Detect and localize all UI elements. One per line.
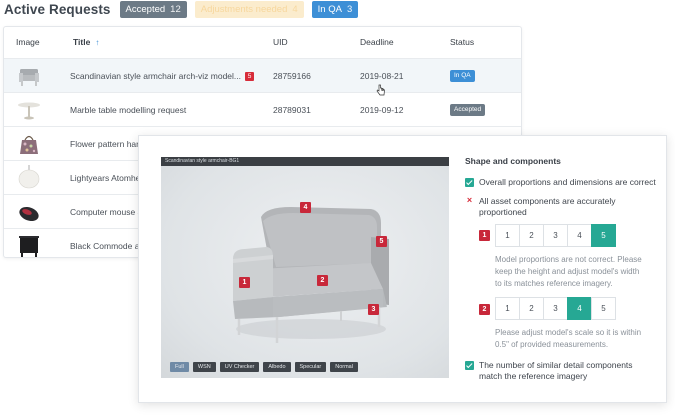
row-uid: 28759166: [273, 71, 311, 81]
issue-count-badge: 5: [245, 72, 255, 81]
page: Active Requests Accepted 12 Adjustments …: [0, 0, 675, 416]
status-badge: Accepted: [450, 104, 486, 116]
model-viewer[interactable]: Scandinavian style armchair-BG1 4 5 1 2 …: [161, 157, 449, 378]
rating-option[interactable]: 5: [591, 297, 616, 320]
note-2: Please adjust model's scale so it is wit…: [495, 328, 642, 349]
tab-label: Adjustments needed: [200, 3, 288, 15]
marker-2[interactable]: 2: [317, 275, 328, 286]
rating-option[interactable]: 1: [495, 224, 520, 247]
status-badge: In QA: [450, 70, 475, 82]
viewer-title-bar: Scandinavian style armchair-BG1: [161, 157, 449, 166]
tab-label: Accepted: [125, 3, 166, 15]
cross-icon: ×: [466, 195, 473, 205]
mode-uv-checker-button[interactable]: UV Checker: [219, 362, 260, 372]
row-uid: 28789031: [273, 105, 311, 115]
row-title: Scandinavian style armchair arch-viz mod…: [70, 59, 255, 93]
row-title: Flower pattern hand: [70, 139, 146, 149]
tab-count: 3: [346, 3, 353, 15]
rating-option[interactable]: 4: [567, 224, 592, 247]
tab-count: 12: [170, 3, 181, 15]
checklist: Shape and components Overall proportions…: [465, 156, 656, 396]
issue-marker-1: 1: [479, 230, 490, 241]
mode-full-button[interactable]: Full: [170, 362, 189, 372]
table-row[interactable]: Marble table modelling request 28789031 …: [4, 92, 521, 126]
marker-5[interactable]: 5: [376, 236, 387, 247]
arrow-up-icon[interactable]: ↑: [95, 38, 99, 47]
rating-option[interactable]: 3: [543, 297, 568, 320]
marker-4[interactable]: 4: [300, 202, 311, 213]
marker-3[interactable]: 3: [368, 304, 379, 315]
rating-option[interactable]: 3: [543, 224, 568, 247]
armchair-thumbnail: [19, 69, 39, 86]
review-panel: Scandinavian style armchair-BG1 4 5 1 2 …: [138, 135, 667, 403]
mode-normal-button[interactable]: Normal: [330, 362, 358, 372]
section-title: Shape and components: [465, 156, 561, 166]
mouse-thumbnail: [19, 206, 39, 222]
rating-option-selected[interactable]: 5: [591, 224, 616, 247]
rating-option-selected[interactable]: 4: [567, 297, 592, 320]
rating-option[interactable]: 2: [519, 224, 544, 247]
mode-specular-button[interactable]: Specular: [294, 362, 327, 372]
tab-count: 4: [292, 3, 298, 15]
tab-label: In QA: [317, 3, 342, 15]
viewer-mode-buttons: Full WSN UV Checker Albedo Specular Norm…: [170, 362, 358, 372]
row-title: Black Commode ar: [70, 241, 143, 251]
column-header-uid: UID: [273, 37, 288, 47]
column-header-title[interactable]: Title ↑: [73, 27, 99, 58]
handbag-thumbnail: [20, 135, 38, 154]
table-thumbnail: [18, 102, 40, 120]
rating-option[interactable]: 2: [519, 297, 544, 320]
check-item-detail-components: The number of similar detail components …: [479, 360, 633, 381]
checkbox-checked[interactable]: [465, 361, 474, 370]
row-title: Marble table modelling request: [70, 105, 187, 115]
column-header-image: Image: [16, 37, 40, 47]
tab-in-qa[interactable]: In QA 3: [311, 0, 359, 18]
table-row[interactable]: Scandinavian style armchair arch-viz mod…: [4, 58, 521, 93]
column-header-deadline: Deadline: [360, 37, 394, 47]
tab-accepted[interactable]: Accepted 12: [119, 0, 187, 18]
row-deadline: 2019-09-12: [360, 105, 404, 115]
rating-option[interactable]: 1: [495, 297, 520, 320]
rating-scale-2: 1 2 3 4 5: [495, 297, 616, 320]
mode-albedo-button[interactable]: Albedo: [263, 362, 291, 372]
mode-wsn-button[interactable]: WSN: [192, 362, 216, 372]
note-1: Model proportions are not correct. Pleas…: [495, 255, 642, 288]
check-item-proportions: Overall proportions and dimensions are c…: [479, 177, 656, 187]
row-title: Lightyears Atomhea: [70, 173, 146, 183]
column-header-label: Title: [73, 37, 91, 47]
rating-scale-1: 1 2 3 4 5: [495, 224, 616, 247]
tab-adjustments-needed[interactable]: Adjustments needed 4: [194, 0, 304, 18]
lamp-thumbnail: [18, 165, 40, 189]
pointer-cursor-icon: [376, 84, 385, 96]
page-title: Active Requests: [4, 1, 111, 17]
header: Active Requests Accepted 12 Adjustments …: [4, 0, 359, 18]
check-item-components: All asset components are accurately prop…: [479, 196, 616, 217]
column-header-status: Status: [450, 37, 475, 47]
checkbox-checked[interactable]: [465, 178, 474, 187]
row-title: Computer mouse 3: [70, 207, 143, 217]
armchair-3d-model: [233, 207, 389, 343]
commode-thumbnail: [19, 236, 39, 257]
issue-marker-2: 2: [479, 304, 490, 315]
marker-1[interactable]: 1: [239, 277, 250, 288]
